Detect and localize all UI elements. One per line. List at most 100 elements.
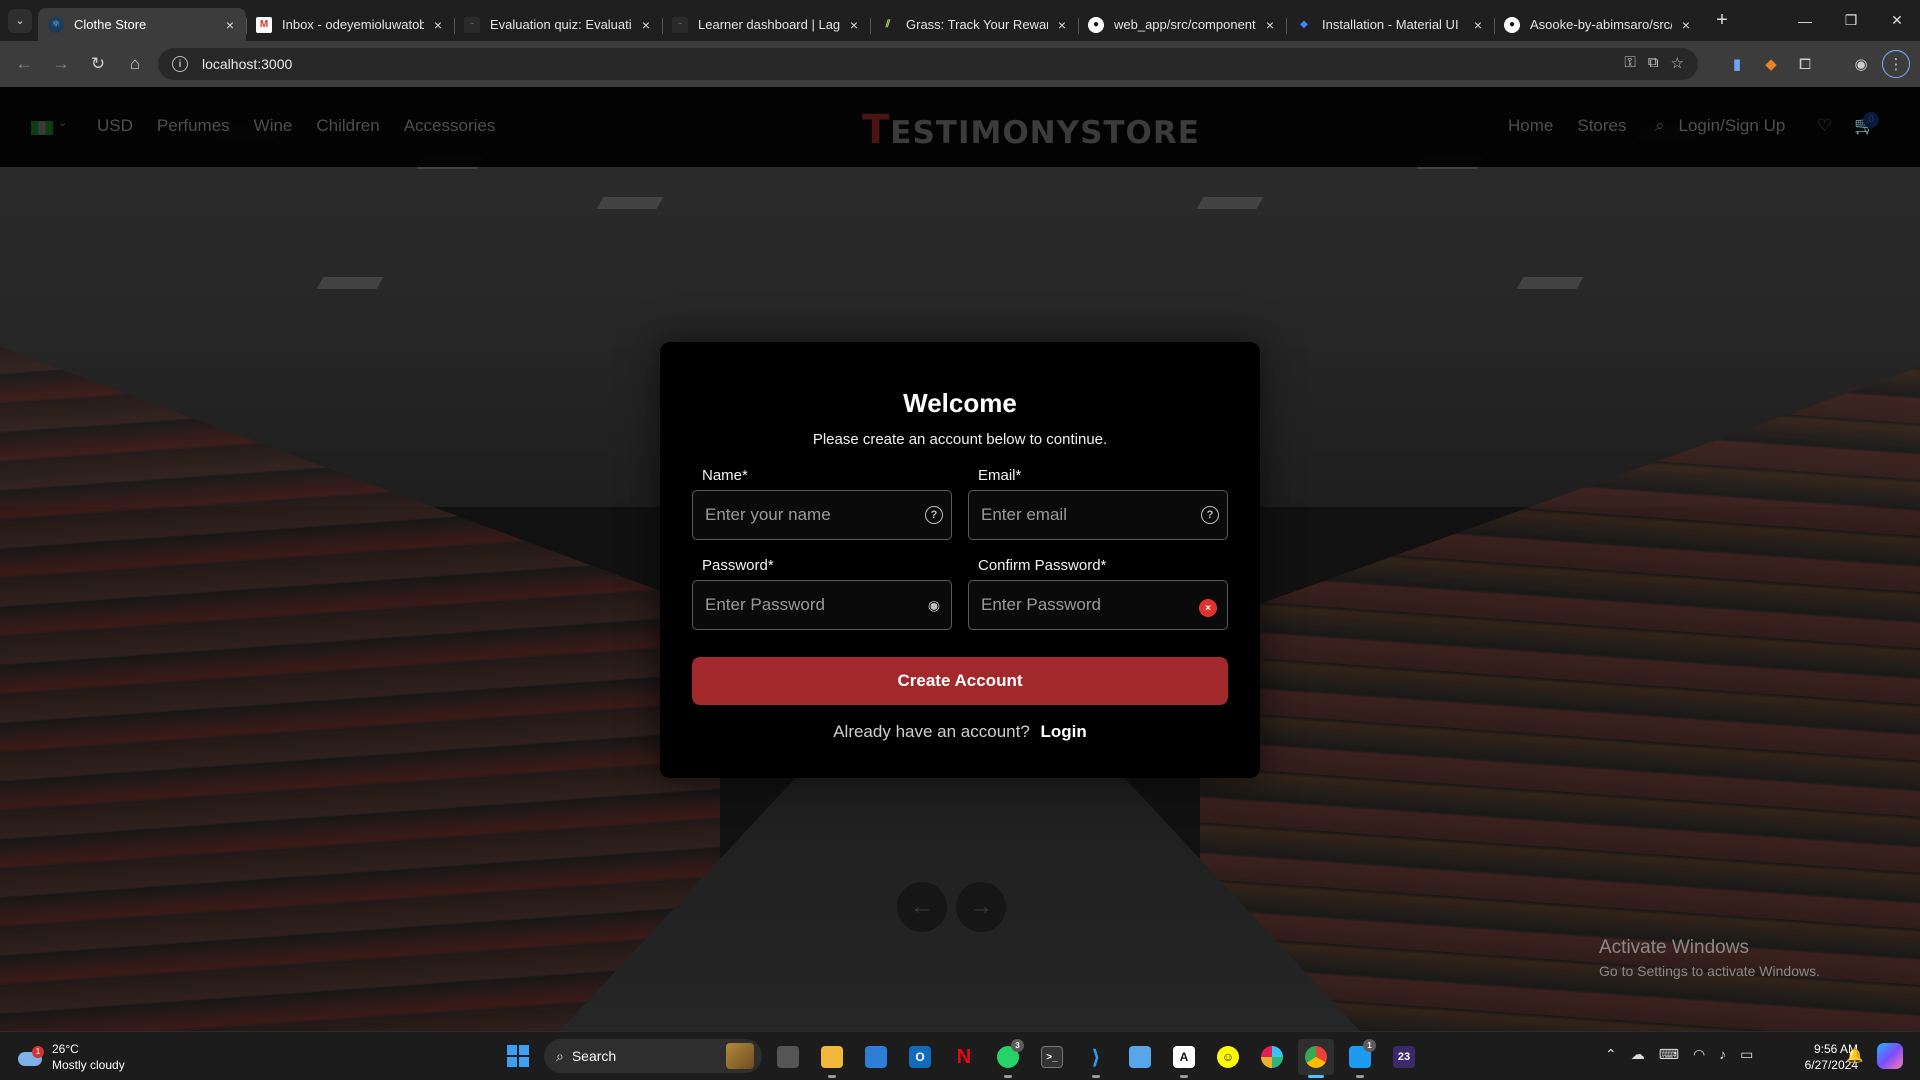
confirm-password-field[interactable]: × xyxy=(968,580,1228,630)
weather-description: Mostly cloudy xyxy=(52,1058,125,1072)
close-icon[interactable]: × xyxy=(1262,17,1278,33)
nav-item-children[interactable]: Children xyxy=(316,116,379,136)
notepad-button[interactable] xyxy=(1122,1039,1158,1075)
browser-tab[interactable]: ~ Learner dashboard | Lago × xyxy=(662,8,870,41)
tab-search-button[interactable]: ⌄ xyxy=(8,8,32,33)
twitter-button[interactable]: 1 xyxy=(1342,1039,1378,1078)
bookmark-star-icon[interactable]: ☆ xyxy=(1671,54,1684,72)
browser-tab[interactable]: ◆ Installation - Material UI × xyxy=(1286,8,1494,41)
slider-prev-button[interactable]: ← xyxy=(897,882,947,932)
window-controls: — ❐ ✕ xyxy=(1782,0,1920,41)
weather-widget[interactable]: 1 26°C Mostly cloudy xyxy=(18,1041,125,1073)
address-bar[interactable]: i localhost:3000 ⚿ ⧉ ☆ xyxy=(158,48,1698,80)
nav-item-accessories[interactable]: Accessories xyxy=(404,116,496,136)
address-bar-actions: ⚿ ⧉ ☆ xyxy=(1624,54,1684,72)
vscode-button[interactable]: ⟩ xyxy=(1078,1039,1114,1078)
new-tab-button[interactable]: + xyxy=(1708,7,1736,35)
create-account-button[interactable]: Create Account xyxy=(692,657,1228,705)
forward-button[interactable]: → xyxy=(45,48,77,80)
reload-button[interactable]: ↻ xyxy=(82,48,114,80)
whatsapp-button[interactable]: 3 xyxy=(990,1039,1026,1078)
site-info-icon[interactable]: i xyxy=(172,56,188,72)
name-input[interactable] xyxy=(705,491,905,539)
nav-item-login[interactable]: Login/Sign Up xyxy=(1679,116,1786,136)
onedrive-cloud-icon[interactable]: ☁ xyxy=(1631,1046,1645,1063)
close-window-button[interactable]: ✕ xyxy=(1874,0,1920,41)
nav-item-wine[interactable]: Wine xyxy=(254,116,293,136)
browser-tab[interactable]: ⫽ Grass: Track Your Rewards × xyxy=(870,8,1078,41)
confirm-password-label: Confirm Password* xyxy=(978,557,1107,574)
extensions-puzzle-icon[interactable]: ⧠ xyxy=(1790,49,1820,79)
close-icon[interactable]: × xyxy=(222,17,238,33)
back-button[interactable]: ← xyxy=(8,48,40,80)
outlook-icon: O xyxy=(909,1046,931,1068)
arrow-right-icon: → xyxy=(52,54,70,73)
help-circle-icon[interactable]: ? xyxy=(925,506,943,524)
menu-kebab-icon[interactable]: ⋮ xyxy=(1882,50,1910,78)
windows-start-icon[interactable] xyxy=(507,1045,529,1067)
eye-icon[interactable]: ◉ xyxy=(925,596,943,614)
file-explorer-button[interactable] xyxy=(814,1039,850,1078)
folder-icon xyxy=(821,1046,843,1068)
taskbar-search[interactable]: ⌕ Search xyxy=(544,1039,762,1073)
chevron-down-icon[interactable]: ⌄ xyxy=(58,116,67,129)
browser-tab[interactable]: ⚛ Clothe Store × xyxy=(38,8,246,41)
currency-select[interactable]: USD xyxy=(97,116,133,136)
browser-tab[interactable]: ~ Evaluation quiz: Evaluatio × xyxy=(454,8,662,41)
restore-button[interactable]: ❐ xyxy=(1828,0,1874,41)
category-nav: USD Perfumes Wine Children Accessories xyxy=(97,116,495,136)
browser-tab[interactable]: ● web_app/src/component × xyxy=(1078,8,1286,41)
slider-next-button[interactable]: → xyxy=(956,882,1006,932)
close-icon[interactable]: × xyxy=(846,17,862,33)
outlook-button[interactable]: O xyxy=(902,1039,938,1075)
wifi-icon[interactable]: ◠ xyxy=(1693,1046,1705,1063)
chrome-button[interactable] xyxy=(1298,1039,1334,1078)
profile-avatar-icon[interactable]: ◉ xyxy=(1846,49,1876,79)
snapchat-button[interactable]: ☺ xyxy=(1210,1039,1246,1075)
netflix-button[interactable]: N xyxy=(946,1039,982,1075)
slack-button[interactable] xyxy=(1254,1039,1290,1075)
close-icon[interactable]: × xyxy=(638,17,654,33)
password-field[interactable]: ◉ xyxy=(692,580,952,630)
name-field[interactable]: ? xyxy=(692,490,952,540)
browser-tab[interactable]: ● Asooke-by-abimsaro/src/ × xyxy=(1494,8,1702,41)
app-23-button[interactable]: 23 xyxy=(1386,1039,1422,1075)
microsoft-store-button[interactable] xyxy=(858,1039,894,1075)
nav-item-perfumes[interactable]: Perfumes xyxy=(157,116,230,136)
metamask-icon[interactable]: ◆ xyxy=(1756,49,1786,79)
battery-icon[interactable]: ▭ xyxy=(1740,1046,1753,1063)
chevron-up-icon[interactable]: ⌃ xyxy=(1605,1046,1617,1063)
nav-item-stores[interactable]: Stores xyxy=(1577,116,1626,136)
login-link[interactable]: Login xyxy=(1041,722,1087,741)
task-view-icon xyxy=(777,1046,799,1068)
close-icon[interactable]: × xyxy=(1054,17,1070,33)
app-a-button[interactable]: A xyxy=(1166,1039,1202,1078)
email-input[interactable] xyxy=(981,491,1181,539)
password-input[interactable] xyxy=(705,581,905,629)
email-field[interactable]: ? xyxy=(968,490,1228,540)
nav-item-home[interactable]: Home xyxy=(1508,116,1553,136)
country-flag-icon[interactable] xyxy=(31,121,53,135)
tab-title: Installation - Material UI xyxy=(1322,17,1459,32)
password-key-icon[interactable]: ⚿ xyxy=(1624,54,1635,72)
keyboard-icon[interactable]: ⌨ xyxy=(1659,1046,1679,1063)
web-page: ⌄ USD Perfumes Wine Children Accessories… xyxy=(0,87,1920,1031)
terminal-button[interactable]: >_ xyxy=(1034,1039,1070,1075)
volume-icon[interactable]: ♪ xyxy=(1719,1046,1726,1063)
close-icon[interactable]: × xyxy=(1678,17,1694,33)
extension-icon[interactable]: ▮ xyxy=(1722,49,1752,79)
task-view-button[interactable] xyxy=(770,1039,806,1075)
home-button[interactable]: ⌂ xyxy=(119,48,151,80)
help-circle-icon[interactable]: ? xyxy=(1201,506,1219,524)
close-icon[interactable]: × xyxy=(1470,17,1486,33)
browser-tab[interactable]: M Inbox - odeyemioluwatob × xyxy=(246,8,454,41)
search-icon[interactable]: ⌕ xyxy=(1655,116,1665,136)
heart-icon[interactable]: ♡ xyxy=(1817,116,1832,136)
close-icon[interactable]: × xyxy=(430,17,446,33)
site-logo[interactable]: TESTIMONYSTORE xyxy=(862,107,1200,153)
install-app-icon[interactable]: ⧉ xyxy=(1648,54,1659,72)
confirm-password-input[interactable] xyxy=(981,581,1181,629)
copilot-icon[interactable] xyxy=(1877,1043,1903,1069)
minimize-button[interactable]: — xyxy=(1782,0,1828,41)
notification-bell-icon[interactable]: 🔔 xyxy=(1846,1047,1863,1064)
